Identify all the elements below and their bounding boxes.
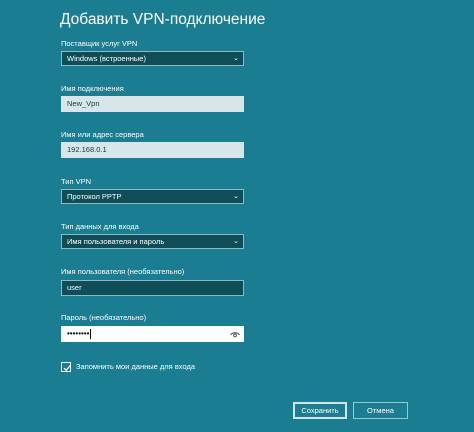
remember-checkbox[interactable] xyxy=(61,362,71,372)
connection-name-label: Имя подключения xyxy=(61,84,124,93)
password-field[interactable]: •••••••• xyxy=(61,326,244,342)
vpn-type-value: Протокол PPTP xyxy=(67,192,122,201)
eye-icon[interactable] xyxy=(230,330,240,338)
text-caret xyxy=(90,328,92,339)
server-label: Имя или адрес сервера xyxy=(61,130,144,139)
username-label: Имя пользователя (необязательно) xyxy=(61,267,185,276)
signin-type-value: Имя пользователя и пароль xyxy=(67,237,165,246)
cancel-button[interactable]: Отмена xyxy=(353,402,408,419)
vpn-type-label: Тип VPN xyxy=(61,177,92,186)
dialog-title: Добавить VPN-подключение xyxy=(60,11,266,28)
save-button[interactable]: Сохранить xyxy=(293,402,347,419)
username-field[interactable]: user xyxy=(61,280,244,296)
password-value: •••••••• xyxy=(67,329,90,338)
signin-type-label: Тип данных для входа xyxy=(61,222,139,231)
server-value: 192.168.0.1 xyxy=(67,145,107,154)
checkmark-icon xyxy=(63,365,71,372)
server-field[interactable]: 192.168.0.1 xyxy=(61,142,244,158)
chevron-down-icon: ⌄ xyxy=(233,193,239,200)
provider-label: Поставщик услуг VPN xyxy=(61,39,138,48)
provider-value: Windows (встроенные) xyxy=(67,54,146,63)
connection-name-value: New_Vpn xyxy=(67,99,100,108)
chevron-down-icon: ⌄ xyxy=(233,55,239,62)
signin-type-select[interactable]: Имя пользователя и пароль ⌄ xyxy=(61,234,244,249)
connection-name-field[interactable]: New_Vpn xyxy=(61,96,244,112)
username-value: user xyxy=(67,283,82,292)
password-label: Пароль (необязательно) xyxy=(61,313,147,322)
remember-label: Запомнить мои данные для входа xyxy=(76,362,196,371)
provider-select[interactable]: Windows (встроенные) ⌄ xyxy=(61,51,244,66)
chevron-down-icon: ⌄ xyxy=(233,238,239,245)
vpn-type-select[interactable]: Протокол PPTP ⌄ xyxy=(61,189,244,204)
